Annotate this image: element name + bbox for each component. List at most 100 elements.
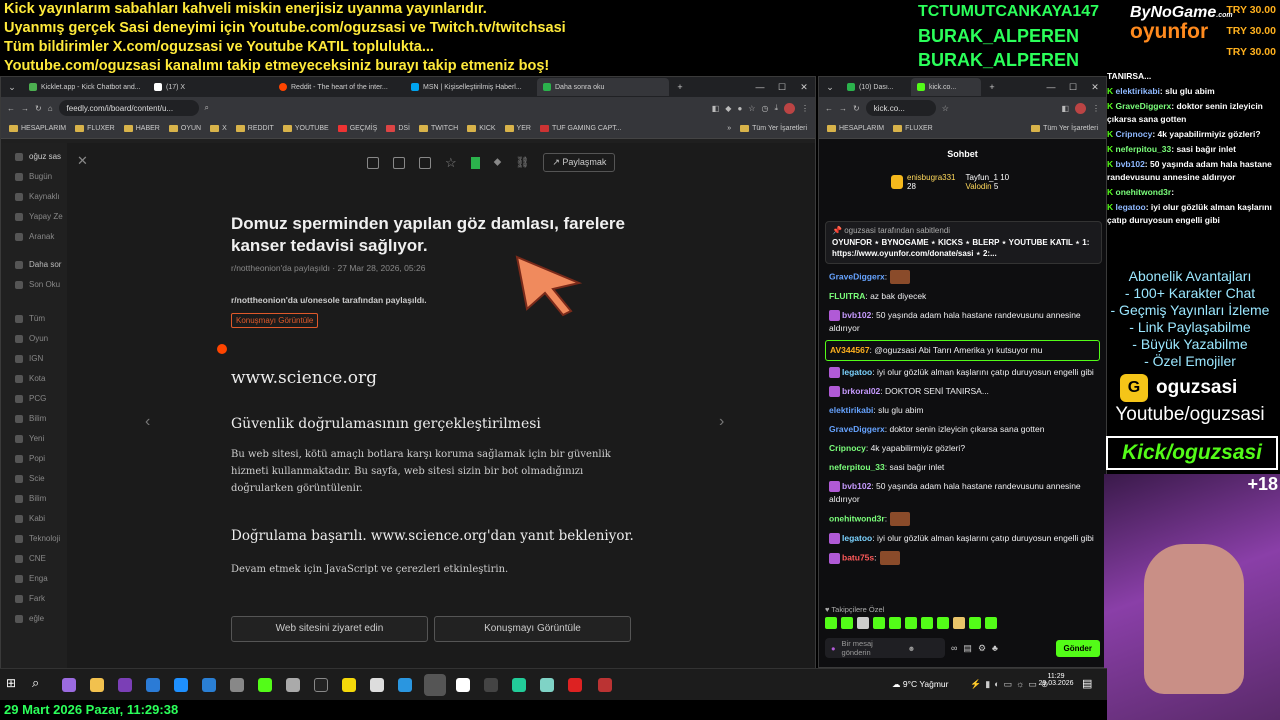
browser-tab[interactable]: Kicklet.app - Kick Chatbot and...: [23, 78, 148, 96]
mail-icon[interactable]: [419, 156, 431, 169]
extension-icon[interactable]: ◆: [725, 104, 731, 113]
visit-website-button[interactable]: Web sitesini ziyaret edin: [231, 616, 428, 642]
link-icon[interactable]: ⛓: [515, 156, 529, 169]
camera-icon[interactable]: [230, 678, 244, 692]
close-icon[interactable]: ✕: [1084, 82, 1106, 93]
view-conversation-button[interactable]: Konuşmayı Görüntüle: [434, 616, 631, 642]
gifter-entry[interactable]: Valodin 5: [965, 182, 1009, 191]
minimize-icon[interactable]: —: [749, 82, 771, 92]
sidebar-item[interactable]: Teknoloji: [1, 529, 67, 549]
chrome-icon[interactable]: [424, 674, 446, 696]
gifter-entry[interactable]: enisbugra331 28: [891, 173, 955, 191]
pinned-message[interactable]: 📌 oguzsasi tarafından sabitlendi OYUNFOR…: [825, 221, 1102, 264]
browser-tab[interactable]: (10) Dası...: [841, 78, 911, 96]
file-explorer-icon[interactable]: [90, 678, 104, 692]
bookmark-item[interactable]: YER: [504, 125, 531, 132]
emote-icon[interactable]: [825, 617, 837, 629]
emote-icon[interactable]: [937, 617, 949, 629]
maximize-icon[interactable]: ☐: [1062, 82, 1084, 93]
reload-icon[interactable]: ↻: [853, 104, 860, 113]
article-title[interactable]: Domuz sperminden yapılan göz damlası, fa…: [231, 213, 641, 257]
chat-username[interactable]: GraveDiggerx: [829, 424, 885, 434]
linkedin-icon[interactable]: [393, 156, 405, 169]
emote-icon[interactable]: [841, 617, 853, 629]
sidebar-item[interactable]: Aranak: [1, 227, 67, 247]
bookmark-item[interactable]: DSİ: [386, 125, 410, 132]
app-icon[interactable]: [512, 678, 526, 692]
chat-message[interactable]: elektirikabi: slu glu abim: [819, 401, 1106, 420]
settings-icon[interactable]: ⚙: [978, 643, 986, 654]
bookmark-icon[interactable]: [470, 156, 480, 169]
sidebar-item[interactable]: Kaynaklı: [1, 187, 67, 207]
browser-tab[interactable]: (17) X: [148, 78, 273, 96]
chat-message[interactable]: FLUITRA: az bak diyecek: [819, 287, 1106, 306]
bookmark-item[interactable]: OYUN: [168, 125, 201, 132]
chat-message[interactable]: legatoo: iyi olur gözlük alman kaşlarını…: [819, 529, 1106, 548]
app-icon[interactable]: [62, 678, 76, 692]
chat-username[interactable]: FLUITRA: [829, 291, 865, 301]
bookmark-item[interactable]: YOUTUBE: [282, 125, 329, 132]
chat-username[interactable]: bvb102: [842, 310, 871, 320]
app-icon[interactable]: [484, 678, 498, 692]
prev-article-icon[interactable]: ‹: [145, 413, 150, 431]
sidebar-item[interactable]: Yeni: [1, 429, 67, 449]
download-icon[interactable]: ⤓: [774, 103, 778, 113]
chat-input[interactable]: ● Bir mesaj gönderin ☻: [825, 638, 945, 658]
back-icon[interactable]: ←: [825, 104, 833, 113]
maximize-icon[interactable]: ☐: [771, 82, 793, 93]
browser-tab-active[interactable]: Daha sonra oku: [537, 78, 669, 96]
browser-tab[interactable]: Reddit - The heart of the inter...: [273, 78, 405, 96]
emote-icon[interactable]: [921, 617, 933, 629]
mod-icon[interactable]: ♣: [992, 643, 998, 653]
emote-icon[interactable]: [905, 617, 917, 629]
sidebar-item[interactable]: oğuz sas: [1, 147, 67, 167]
chat-message[interactable]: brkoral02: DOKTOR SENİ TANIRSA...: [819, 382, 1106, 401]
chat-message[interactable]: onehitwond3r:: [819, 509, 1106, 529]
chat-message[interactable]: legatoo: iyi olur gözlük alman kaşlarını…: [819, 363, 1106, 382]
tab-search-icon[interactable]: ⌄: [1, 82, 23, 93]
back-icon[interactable]: ←: [7, 104, 15, 113]
history-icon[interactable]: ◷: [761, 104, 768, 113]
bookmark-star-icon[interactable]: ☆: [942, 104, 949, 113]
chat-username[interactable]: batu75s: [842, 552, 874, 562]
forward-icon[interactable]: →: [839, 104, 847, 113]
bookmark-item[interactable]: GEÇMİŞ: [337, 125, 377, 132]
profile-avatar[interactable]: [784, 102, 795, 114]
app-icon[interactable]: [370, 678, 384, 692]
mic-icon[interactable]: ●: [831, 644, 836, 653]
chat-username[interactable]: elektirikabi: [829, 405, 873, 415]
bookmark-item[interactable]: KICK: [467, 125, 496, 132]
browser-tab-active[interactable]: kick.co...: [911, 78, 981, 96]
chat-username[interactable]: bvb102: [842, 481, 871, 491]
sidebar-item[interactable]: Yapay Ze: [1, 207, 67, 227]
tab-search-icon[interactable]: ⌄: [819, 82, 841, 93]
sidebar-item[interactable]: Fark: [1, 589, 67, 609]
chat-username[interactable]: neferpitou_33: [829, 462, 885, 472]
emote-icon[interactable]: [873, 617, 885, 629]
extension-icon[interactable]: ●: [737, 104, 742, 113]
browser-tab[interactable]: MSN | Kişiselleştirilmiş Haberl...: [405, 78, 537, 96]
onenote-icon[interactable]: [118, 678, 132, 692]
bookmark-item[interactable]: REDDIT: [235, 125, 274, 132]
chat-message[interactable]: AV344567: @oguzsasi Abi Tanrı Amerika yı…: [825, 340, 1100, 361]
emote-icon[interactable]: [889, 617, 901, 629]
bookmark-star-icon[interactable]: ☆: [748, 104, 755, 113]
new-tab-icon[interactable]: +: [981, 82, 1003, 92]
sidebar-item[interactable]: IGN: [1, 349, 67, 369]
sidebar-item[interactable]: CNE: [1, 549, 67, 569]
bookmark-item[interactable]: Tüm Yer İşaretleri: [740, 125, 807, 132]
star-icon[interactable]: ☆: [445, 155, 457, 171]
emote-icon[interactable]: [969, 617, 981, 629]
unity-icon[interactable]: [314, 678, 328, 692]
sidebar-item[interactable]: Enga: [1, 569, 67, 589]
emote-icon[interactable]: [953, 617, 965, 629]
feedly-icon[interactable]: [367, 156, 379, 169]
bookmark-item[interactable]: HABER: [123, 125, 160, 132]
sidebar-item[interactable]: Daha sor: [1, 255, 67, 275]
sidebar-item[interactable]: Oyun: [1, 329, 67, 349]
bookmark-item[interactable]: HESAPLARIM: [9, 125, 66, 132]
sidebar-item[interactable]: PCG: [1, 389, 67, 409]
chat-username[interactable]: brkoral02: [842, 386, 880, 396]
send-button[interactable]: Gönder: [1055, 639, 1100, 657]
app-icon[interactable]: [286, 678, 300, 692]
